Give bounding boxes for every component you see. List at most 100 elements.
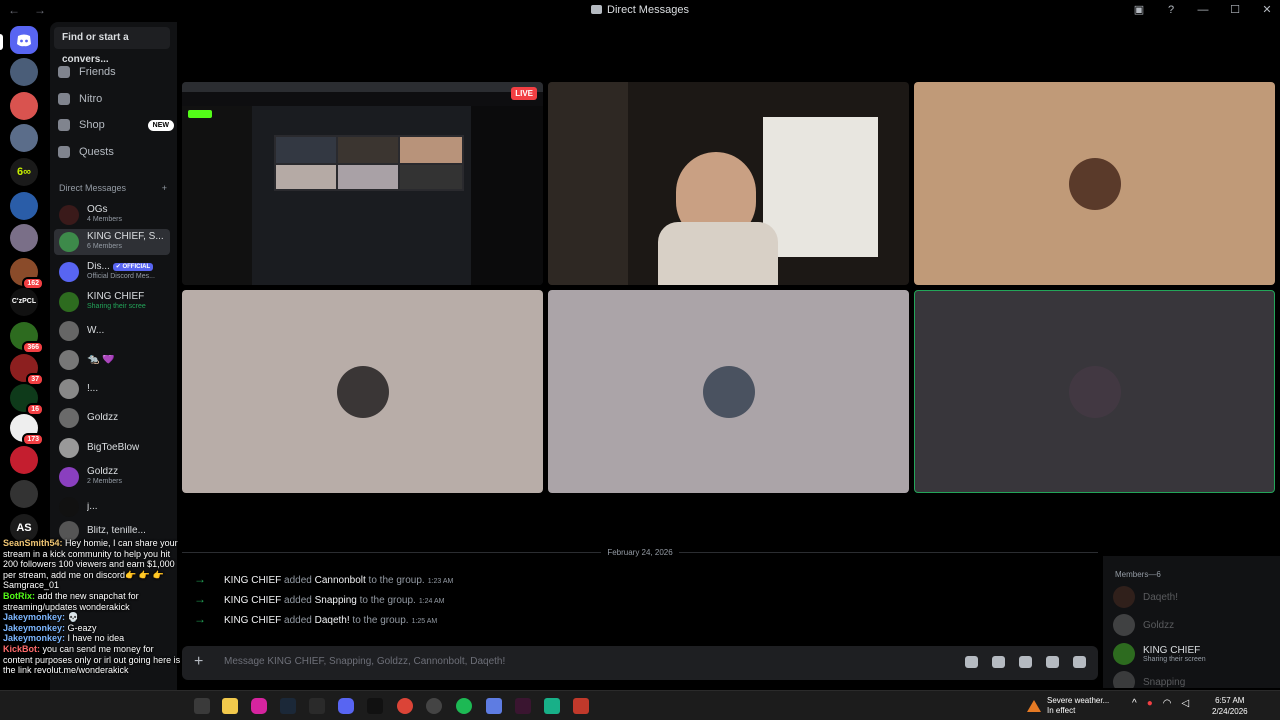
server-icon[interactable]: 16 bbox=[10, 384, 44, 416]
dm-item[interactable]: BigToeBlow bbox=[54, 435, 170, 461]
weather-widget[interactable]: Severe weather... In effect bbox=[1027, 696, 1109, 716]
server-icon[interactable]: 37 bbox=[10, 354, 44, 386]
member-item[interactable]: Snapping bbox=[1113, 670, 1273, 688]
attach-plus-icon[interactable]: + bbox=[194, 653, 203, 671]
chat-message: Jakeymonkey: 💀 bbox=[3, 612, 79, 623]
dm-item[interactable]: W... bbox=[54, 318, 170, 344]
user-avatar-server[interactable] bbox=[10, 58, 38, 86]
participant-tile[interactable] bbox=[182, 290, 543, 493]
help-icon[interactable]: ? bbox=[1164, 4, 1178, 16]
server-icon[interactable] bbox=[10, 192, 38, 220]
dm-item[interactable]: Dis... ✔ OFFICIAL Official Discord Mes... bbox=[54, 259, 170, 285]
browser-tabs bbox=[182, 82, 543, 92]
file-explorer-icon[interactable] bbox=[222, 698, 238, 714]
dm-item[interactable]: Goldzz bbox=[54, 405, 170, 431]
server-icon[interactable]: 6∞ bbox=[10, 158, 38, 186]
sticker-icon[interactable] bbox=[1019, 656, 1032, 668]
join-arrow-icon: → bbox=[194, 612, 206, 626]
member-item[interactable]: Goldzz bbox=[1113, 613, 1273, 637]
chrome-icon[interactable] bbox=[397, 698, 413, 714]
system-tray: ^ ● ◠ ◁ bbox=[1132, 698, 1189, 709]
join-arrow-icon: → bbox=[194, 592, 206, 606]
dm-item[interactable]: OGs 4 Members bbox=[54, 202, 170, 228]
server-icon[interactable] bbox=[10, 480, 38, 508]
kick-sidebar bbox=[182, 106, 252, 285]
nav-nitro[interactable]: Nitro bbox=[58, 88, 174, 110]
clock[interactable]: 6:57 AM 2/24/2026 bbox=[1212, 695, 1248, 717]
system-message: → KING CHIEF added Snapping to the group.… bbox=[194, 592, 445, 606]
avatar bbox=[59, 408, 79, 428]
chevron-up-icon[interactable]: ^ bbox=[1132, 698, 1137, 709]
dm-item-active[interactable]: KING CHIEF, S... 6 Members bbox=[54, 229, 170, 255]
participant-tile[interactable] bbox=[914, 82, 1275, 285]
browser-toolbar bbox=[182, 92, 543, 106]
nav-friends[interactable]: Friends bbox=[58, 61, 174, 83]
avatar bbox=[1113, 643, 1135, 665]
wifi-icon[interactable]: ◠ bbox=[1163, 698, 1172, 709]
dm-item[interactable]: KING CHIEF Sharing their scree bbox=[54, 289, 170, 315]
window-title: Direct Messages bbox=[0, 4, 1280, 16]
screen-share-tile[interactable]: LIVE bbox=[182, 82, 543, 285]
obs-icon[interactable] bbox=[426, 698, 442, 714]
participant-tile-speaking[interactable] bbox=[914, 290, 1275, 493]
epic-games-icon[interactable] bbox=[309, 698, 325, 714]
gif-icon[interactable] bbox=[992, 656, 1005, 668]
avatar bbox=[59, 379, 79, 399]
participant-avatar bbox=[1068, 157, 1121, 210]
task-view-icon[interactable] bbox=[194, 698, 210, 714]
discord-window: ← → Direct Messages ▣ ? — ☐ ✕ 6∞ 162 C'z… bbox=[0, 0, 1280, 720]
nav-shop[interactable]: Shop NEW bbox=[58, 114, 174, 136]
maximize-button[interactable]: ☐ bbox=[1228, 3, 1242, 16]
apps-icon[interactable] bbox=[1073, 656, 1086, 668]
app-icon[interactable] bbox=[515, 698, 531, 714]
spotify-icon[interactable] bbox=[456, 698, 472, 714]
discord-avatar bbox=[59, 262, 79, 282]
home-discord-icon[interactable] bbox=[10, 26, 38, 54]
server-icon[interactable]: 366 bbox=[10, 322, 44, 354]
find-conversation-button[interactable]: Find or start a convers... bbox=[54, 27, 170, 65]
app-icon[interactable] bbox=[544, 698, 560, 714]
minimize-button[interactable]: — bbox=[1196, 4, 1210, 16]
quests-icon bbox=[58, 146, 70, 158]
member-item[interactable]: Daqeth! bbox=[1113, 585, 1273, 609]
server-icon[interactable]: 173 bbox=[10, 414, 44, 446]
kick-icon[interactable] bbox=[367, 698, 383, 714]
member-item[interactable]: KING CHIEF Sharing their screen bbox=[1113, 642, 1273, 666]
add-dm-icon[interactable]: + bbox=[162, 183, 167, 193]
live-badge: LIVE bbox=[511, 87, 537, 100]
official-badge: ✔ OFFICIAL bbox=[112, 263, 154, 271]
notepad-icon[interactable] bbox=[486, 698, 502, 714]
inbox-icon[interactable]: ▣ bbox=[1132, 3, 1146, 16]
avatar bbox=[59, 438, 79, 458]
webcam-tile[interactable] bbox=[548, 82, 909, 285]
voicemod-icon[interactable] bbox=[573, 698, 589, 714]
server-icon[interactable] bbox=[10, 124, 38, 152]
nav-quests[interactable]: Quests bbox=[58, 141, 174, 163]
dm-item[interactable]: 🐀 💜 bbox=[54, 347, 170, 373]
server-icon[interactable] bbox=[10, 224, 38, 252]
dm-item[interactable]: j... bbox=[54, 494, 170, 520]
close-button[interactable]: ✕ bbox=[1260, 3, 1274, 16]
friends-icon bbox=[58, 66, 70, 78]
discord-icon[interactable] bbox=[338, 698, 354, 714]
server-icon[interactable]: C'zPCL bbox=[10, 288, 38, 316]
message-composer[interactable]: + Message KING CHIEF, Snapping, Goldzz, … bbox=[182, 646, 1098, 680]
steam-icon[interactable] bbox=[280, 698, 296, 714]
server-icon[interactable]: 162 bbox=[10, 258, 44, 290]
volume-icon[interactable]: ◁ bbox=[1181, 698, 1189, 709]
kick-chat bbox=[471, 106, 543, 285]
dm-item[interactable]: Goldzz 2 Members bbox=[54, 464, 170, 490]
microphone-icon[interactable]: ● bbox=[1147, 698, 1153, 709]
dm-item[interactable]: !... bbox=[54, 376, 170, 402]
server-icon[interactable] bbox=[10, 446, 38, 474]
chat-message: BotRix: add the new snapchat for streami… bbox=[3, 590, 139, 612]
chat-area: February 24, 2026 → KING CHIEF added Cann… bbox=[182, 548, 1098, 688]
gift-icon[interactable] bbox=[965, 656, 978, 668]
server-icon[interactable] bbox=[10, 92, 38, 120]
participant-tile[interactable] bbox=[548, 290, 909, 493]
emoji-icon[interactable] bbox=[1046, 656, 1059, 668]
avatar bbox=[1113, 671, 1135, 688]
instagram-icon[interactable] bbox=[251, 698, 267, 714]
message-input[interactable]: Message KING CHIEF, Snapping, Goldzz, Ca… bbox=[224, 656, 505, 667]
group-avatar bbox=[59, 467, 79, 487]
